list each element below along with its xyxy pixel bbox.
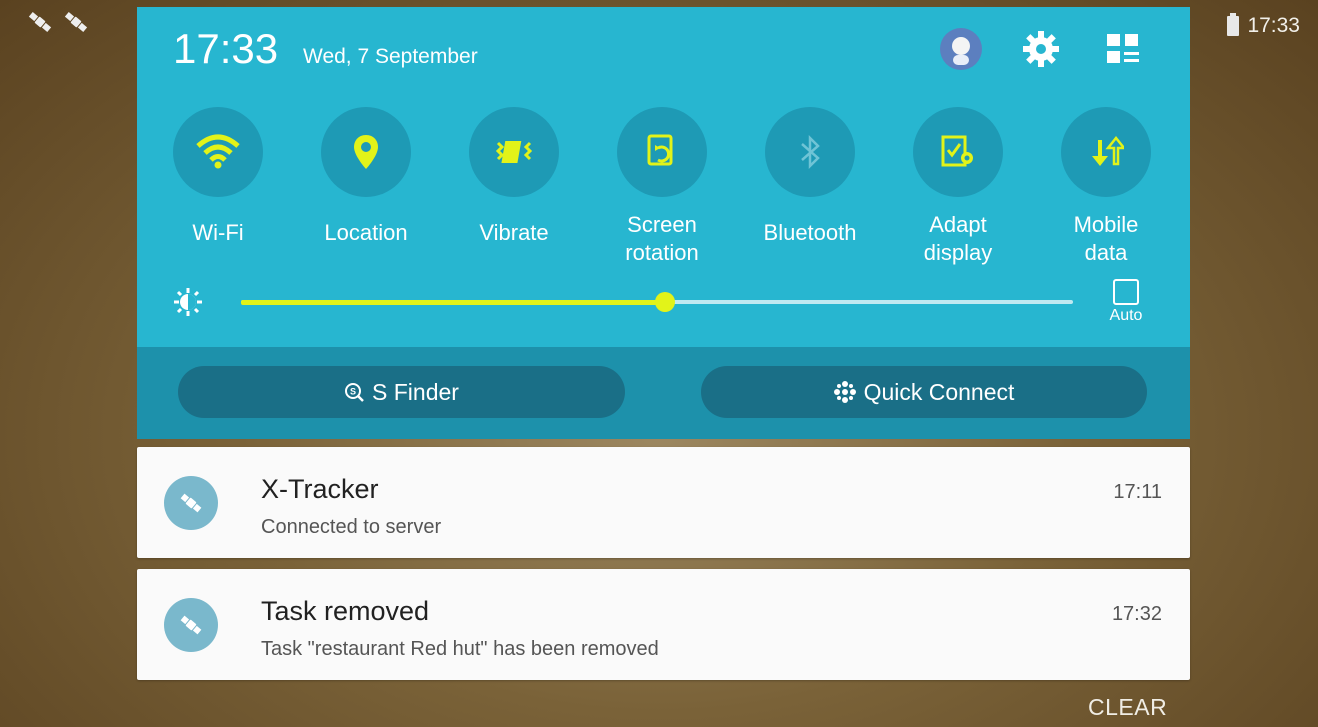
toggle-label: Location — [324, 220, 408, 245]
panel-clock: 17:33 — [173, 25, 279, 72]
grid-edit-icon — [1107, 34, 1139, 63]
toggle-adapt-display[interactable]: Adapt display — [898, 107, 1018, 267]
notification-title: X-Tracker — [261, 474, 379, 504]
toggle-label: Vibrate — [479, 220, 549, 245]
adapt-display-icon — [941, 135, 973, 167]
satellite-icon — [164, 476, 218, 530]
screen-rotation-toggle-button[interactable] — [617, 107, 707, 197]
mobile-data-toggle-button[interactable] — [1061, 107, 1151, 197]
quick-connect-icon — [833, 381, 856, 403]
wifi-icon — [196, 134, 240, 169]
toggle-wifi[interactable]: Wi-Fi — [158, 107, 278, 247]
s-finder-icon: S — [345, 383, 364, 402]
vibrate-icon — [495, 141, 533, 163]
gear-icon — [1023, 31, 1059, 67]
svg-text:S: S — [350, 387, 356, 397]
satellite-icon — [28, 11, 52, 33]
status-time: 17:33 — [1247, 14, 1300, 37]
avatar-button[interactable] — [937, 25, 985, 73]
battery-icon — [1227, 13, 1240, 36]
quick-settings-top: 17:33 Wed, 7 September Wi-Fi Location Vi… — [137, 7, 1190, 347]
auto-brightness-label: Auto — [1109, 307, 1143, 324]
location-pin-icon — [354, 135, 378, 169]
s-finder-label: S Finder — [372, 378, 459, 405]
status-bar-left — [26, 10, 90, 34]
toggle-screen-rotation[interactable]: Screen rotation — [602, 107, 722, 267]
clear-notifications-button[interactable]: CLEAR — [1088, 694, 1167, 721]
notification-title: Task removed — [261, 596, 430, 626]
s-finder-button[interactable]: S S Finder — [178, 366, 625, 418]
notification-body: Task "restaurant Red hut" has been remov… — [261, 638, 659, 660]
toggle-label: Screen rotation — [625, 212, 699, 265]
screen-rotation-icon — [647, 134, 673, 166]
status-bar-right: 17:33 — [1227, 13, 1300, 38]
checkbox-box[interactable] — [1113, 279, 1139, 305]
edit-panel-button[interactable] — [1099, 25, 1147, 73]
quick-settings-panel: 17:33 Wed, 7 September Wi-Fi Location Vi… — [137, 7, 1190, 439]
adapt-display-toggle-button[interactable] — [913, 107, 1003, 197]
toggle-mobile-data[interactable]: Mobile data — [1046, 107, 1166, 267]
brightness-fill — [241, 299, 666, 305]
notification-body: Connected to server — [261, 516, 442, 538]
location-toggle-button[interactable] — [321, 107, 411, 197]
toggle-location[interactable]: Location — [306, 107, 426, 247]
brightness-slider[interactable] — [241, 292, 1073, 312]
notification-time: 17:11 — [1113, 481, 1162, 503]
wifi-toggle-button[interactable] — [173, 107, 263, 197]
settings-button[interactable] — [1017, 25, 1065, 73]
toggle-vibrate[interactable]: Vibrate — [454, 107, 574, 247]
toggle-label: Mobile data — [1073, 212, 1139, 265]
satellite-icon — [64, 11, 88, 33]
panel-date[interactable]: Wed, 7 September — [303, 45, 478, 69]
brightness-icon — [174, 288, 202, 316]
bluetooth-icon — [801, 134, 820, 170]
mobile-data-icon — [1092, 136, 1124, 166]
notification-card[interactable]: X-Tracker Connected to server 17:11 — [137, 447, 1190, 558]
auto-brightness-checkbox[interactable]: Auto — [1103, 279, 1149, 325]
toggle-label: Adapt display — [923, 212, 993, 265]
quick-connect-label: Quick Connect — [863, 378, 1015, 405]
brightness-thumb[interactable] — [655, 292, 676, 312]
notification-time: 17:32 — [1111, 603, 1162, 625]
notification-card[interactable]: Task removed Task "restaurant Red hut" h… — [137, 569, 1190, 680]
avatar-icon — [940, 28, 982, 70]
satellite-icon — [164, 598, 218, 652]
toggle-label: Wi-Fi — [192, 220, 244, 245]
quick-connect-button[interactable]: Quick Connect — [701, 366, 1147, 418]
toggle-bluetooth[interactable]: Bluetooth — [750, 107, 870, 247]
toggle-label: Bluetooth — [763, 220, 857, 245]
vibrate-toggle-button[interactable] — [469, 107, 559, 197]
quick-actions-bar: S S Finder Quick Connect — [137, 347, 1190, 439]
bluetooth-toggle-button[interactable] — [765, 107, 855, 197]
